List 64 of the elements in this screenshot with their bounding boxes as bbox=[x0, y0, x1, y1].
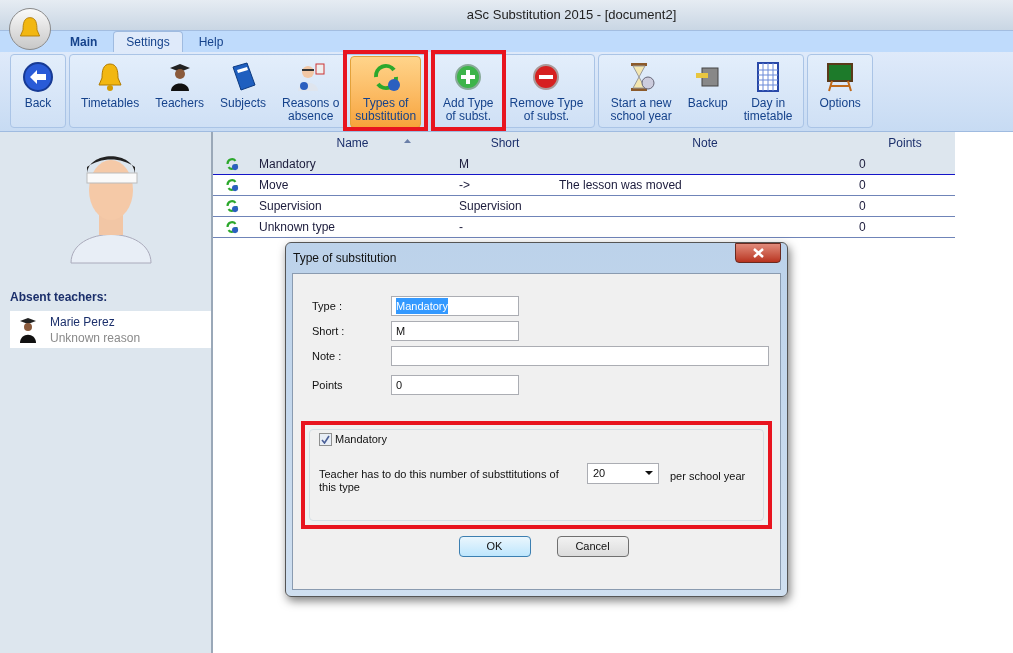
cycle-arrows-icon bbox=[224, 220, 239, 234]
graduate-icon bbox=[18, 315, 38, 344]
checkmark-icon bbox=[321, 434, 330, 444]
sidebar-heading: Absent teachers: bbox=[10, 289, 109, 306]
cycle-arrows-icon bbox=[224, 178, 239, 192]
column-header[interactable]: Note bbox=[555, 132, 855, 154]
ribbon-button[interactable]: Remove Type of subst. bbox=[504, 56, 589, 128]
cycle-arrows-icon bbox=[224, 157, 239, 171]
ribbon-button[interactable]: Start a new school year bbox=[605, 56, 677, 128]
ribbon-tab[interactable]: Main bbox=[58, 31, 110, 52]
dialog-title: Type of substitution bbox=[292, 250, 397, 267]
ribbon-button[interactable]: Backup bbox=[682, 56, 733, 128]
table-cell-text: 0 bbox=[858, 177, 867, 194]
input-field[interactable]: M bbox=[391, 321, 519, 341]
ribbon-button[interactable]: Reasons o absence bbox=[277, 56, 345, 128]
column-header[interactable]: Points bbox=[855, 132, 955, 154]
ribbon-button[interactable]: Teachers bbox=[150, 56, 209, 128]
table-cell: The lesson was moved bbox=[559, 178, 682, 192]
ribbon-button[interactable]: Add Type of subst. bbox=[438, 56, 499, 128]
absent-teacher-item[interactable]: Marie Perez Unknown reason bbox=[10, 311, 211, 348]
table-cell-text: Supervision bbox=[458, 198, 523, 215]
field-label: Note : bbox=[312, 348, 343, 364]
table-cell-text: 0 bbox=[858, 219, 867, 236]
unit-label: per school year bbox=[670, 468, 746, 484]
sort-arrow-icon bbox=[404, 139, 411, 143]
ribbon-button[interactable]: Back bbox=[17, 56, 59, 128]
table-cell-text: M bbox=[458, 156, 470, 173]
table-cell-text: Supervision bbox=[258, 198, 323, 215]
table-cell-text: Move bbox=[258, 177, 290, 194]
table-cell-text: -> bbox=[458, 177, 471, 194]
number-dropdown[interactable]: 20 bbox=[587, 462, 659, 484]
dialog-button[interactable]: OK bbox=[458, 536, 531, 557]
table-row[interactable]: Mandatory M 0 bbox=[213, 154, 955, 175]
table-cell-text: - bbox=[458, 219, 464, 236]
ribbon-tab[interactable]: Settings bbox=[113, 31, 183, 52]
checkbox-label: Mandatory bbox=[335, 432, 387, 447]
field-label: Short : bbox=[312, 323, 346, 339]
table-cell-text: Unknown type bbox=[258, 219, 337, 236]
teacher-name: Marie Perez bbox=[50, 313, 116, 330]
group-description: Teacher has to do this number of substtitutions of this type bbox=[319, 467, 560, 494]
input-field[interactable] bbox=[391, 346, 769, 366]
ribbon-button[interactable]: Options bbox=[814, 56, 866, 128]
checkbox[interactable] bbox=[319, 432, 332, 446]
close-button[interactable] bbox=[735, 243, 781, 263]
column-header[interactable]: Name bbox=[250, 132, 455, 154]
ribbon-button[interactable]: Subjects bbox=[214, 56, 271, 128]
table-cell-text: 0 bbox=[858, 198, 867, 215]
dialog-button[interactable]: Cancel bbox=[556, 536, 629, 557]
ribbon-button[interactable]: Timetables bbox=[76, 56, 145, 128]
cycle-arrows-icon bbox=[224, 199, 239, 213]
ribbon-tab[interactable]: Help bbox=[186, 31, 236, 52]
window-title: aSc Substitution 2015 - [document2] bbox=[466, 6, 677, 25]
table-cell-text: Mandatory bbox=[258, 156, 317, 173]
close-icon bbox=[752, 248, 764, 258]
dropdown-arrow-icon bbox=[645, 471, 653, 475]
table-cell-text: 0 bbox=[858, 156, 867, 173]
input-field[interactable]: 0 bbox=[391, 375, 519, 395]
ribbon-button[interactable]: Day in timetable bbox=[738, 56, 798, 128]
absence-reason: Unknown reason bbox=[50, 329, 141, 346]
column-header[interactable]: Short bbox=[455, 132, 555, 154]
ribbon-button[interactable]: Types of substitution bbox=[350, 56, 422, 128]
field-label: Type : bbox=[312, 298, 343, 314]
app-logo-icon[interactable] bbox=[9, 8, 51, 50]
field-label: Points bbox=[312, 377, 344, 393]
